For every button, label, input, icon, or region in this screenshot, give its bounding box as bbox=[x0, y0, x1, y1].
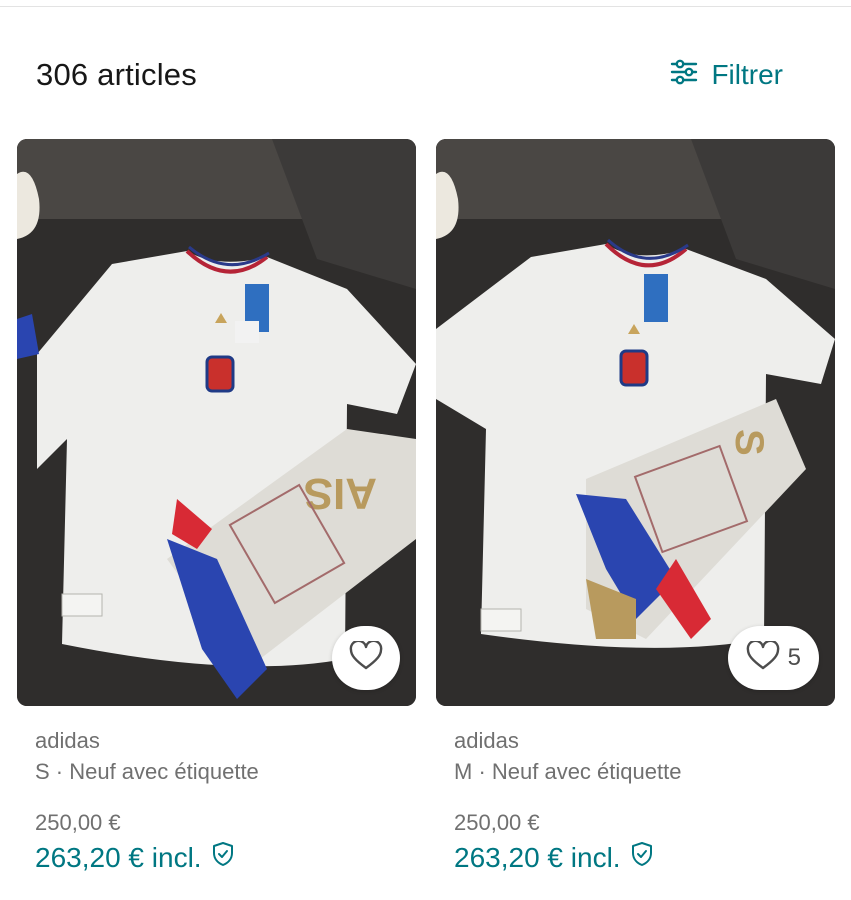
product-price: 250,00 € bbox=[454, 810, 540, 835]
favourite-count: 5 bbox=[787, 644, 801, 671]
favourite-button[interactable]: 5 bbox=[727, 626, 819, 690]
product-brand: adidas bbox=[35, 728, 100, 753]
buyer-protection-shield-icon bbox=[631, 838, 653, 878]
product-meta: adidas M · Neuf avec étiquette 250,00 € … bbox=[436, 726, 835, 878]
product-details: S · Neuf avec étiquette bbox=[35, 759, 259, 784]
buyer-protection-shield-icon bbox=[212, 838, 234, 878]
product-price-incl[interactable]: 263,20 € incl. bbox=[454, 838, 835, 878]
filter-label: Filtrer bbox=[711, 59, 783, 90]
product-photo[interactable]: AIS bbox=[17, 139, 416, 706]
product-price: 250,00 € bbox=[35, 810, 121, 835]
product-card[interactable]: S 5 adidas M · Neuf avec étiquette 250,0… bbox=[436, 139, 835, 878]
sliders-icon bbox=[669, 57, 699, 94]
filter-button[interactable]: Filtrer bbox=[669, 57, 783, 94]
heart-icon bbox=[349, 639, 383, 676]
product-brand: adidas bbox=[454, 728, 519, 753]
product-meta: adidas S · Neuf avec étiquette 250,00 € … bbox=[17, 726, 416, 878]
results-count: 306 articles bbox=[36, 57, 197, 92]
product-photo[interactable]: S 5 bbox=[436, 139, 835, 706]
product-details: M · Neuf avec étiquette bbox=[454, 759, 682, 784]
product-price-incl[interactable]: 263,20 € incl. bbox=[35, 838, 416, 878]
top-divider bbox=[0, 6, 851, 7]
jersey-photo: S bbox=[436, 139, 835, 706]
product-grid: AIS adidas S · Neuf avec étiquette 250,0… bbox=[17, 139, 835, 878]
results-header: 306 articles Filtrer bbox=[36, 52, 783, 98]
jersey-photo: AIS bbox=[17, 139, 416, 706]
price-incl-label: 263,20 € incl. bbox=[35, 842, 202, 873]
product-card[interactable]: AIS adidas S · Neuf avec étiquette 250,0… bbox=[17, 139, 416, 878]
svg-text:S: S bbox=[727, 429, 771, 456]
heart-icon bbox=[746, 639, 780, 676]
price-incl-label: 263,20 € incl. bbox=[454, 842, 621, 873]
favourite-button[interactable] bbox=[332, 626, 400, 690]
